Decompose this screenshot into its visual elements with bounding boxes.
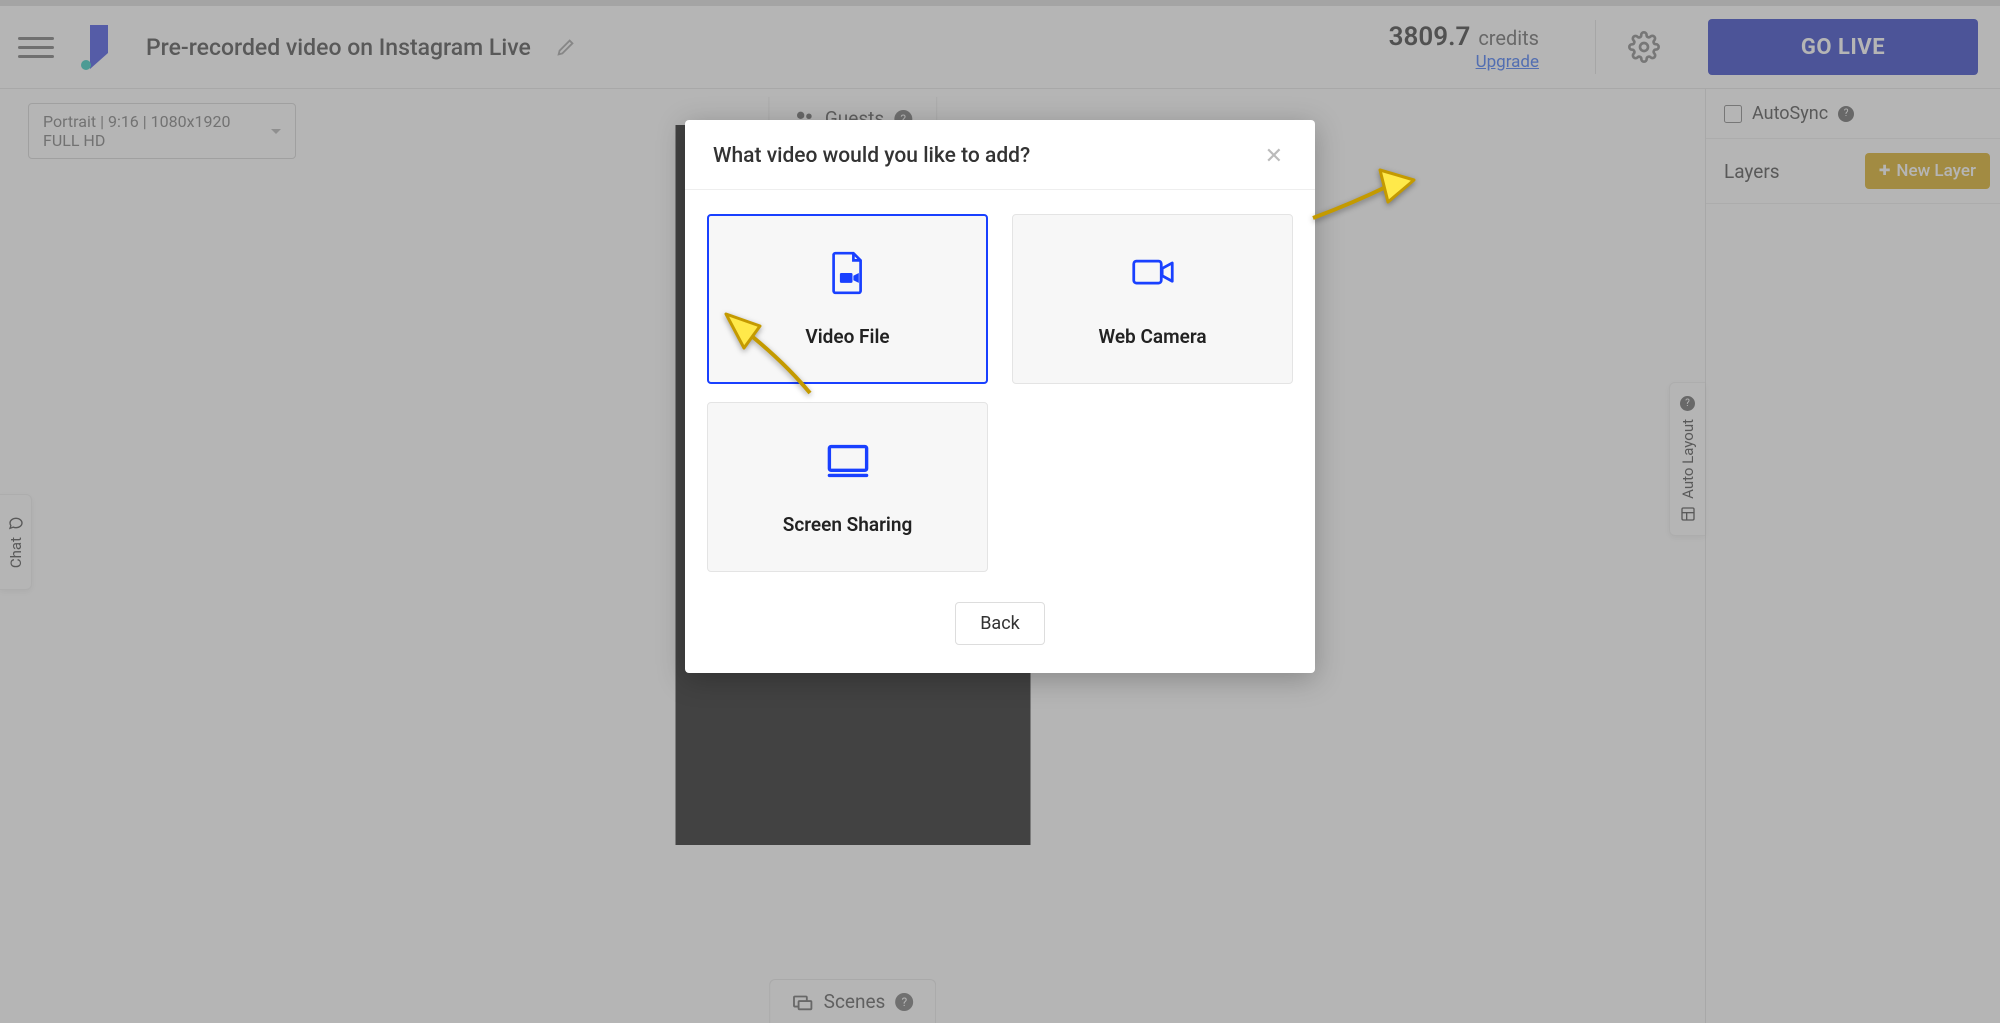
modal-title: What video would you like to add? [713,144,1030,168]
screen-sharing-icon [826,439,870,483]
option-web-camera-label: Web Camera [1098,325,1206,348]
option-web-camera[interactable]: Web Camera [1012,214,1293,384]
option-video-file-label: Video File [805,325,889,348]
option-screen-sharing-label: Screen Sharing [783,513,913,536]
option-screen-sharing[interactable]: Screen Sharing [707,402,988,572]
modal-close-button[interactable]: ✕ [1261,144,1287,169]
video-file-icon [826,251,870,295]
web-camera-icon [1131,251,1175,295]
add-video-modal: What video would you like to add? ✕ Vide… [685,120,1315,673]
modal-back-button[interactable]: Back [955,602,1045,645]
option-video-file[interactable]: Video File [707,214,988,384]
